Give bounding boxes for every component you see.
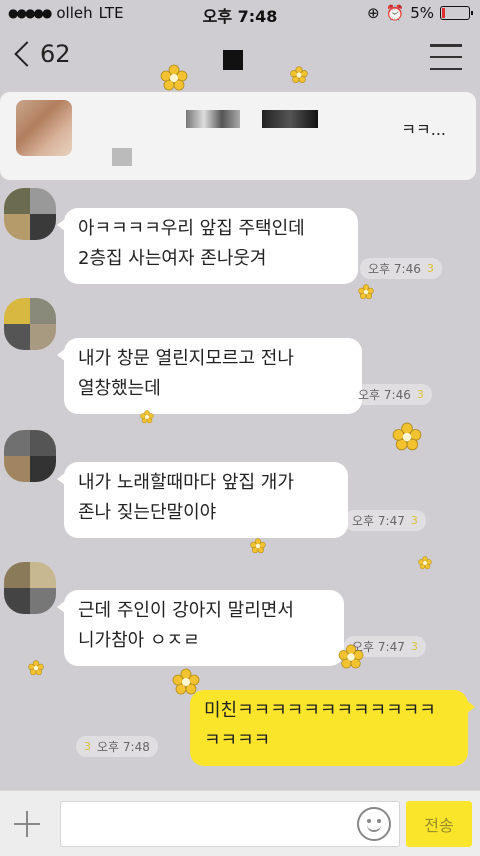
- notice-bar[interactable]: ㅋㅋ...: [0, 92, 476, 180]
- flower-icon: [172, 668, 200, 695]
- message-bubble[interactable]: 내가 노래할때마다 앞집 개가 존나 짖는단말이야: [57, 462, 348, 538]
- flower-icon: [290, 66, 308, 84]
- notice-avatar: [16, 100, 72, 156]
- message-bubble[interactable]: 아ㅋㅋㅋㅋ우리 앞집 주택인데 2층집 사는여자 존나웃겨: [57, 208, 358, 284]
- flower-icon: [160, 64, 188, 91]
- message-meta: 오후 7:46 3: [350, 384, 432, 405]
- message-meta: 오후 7:47 3: [344, 510, 426, 531]
- redacted-block: [186, 110, 240, 128]
- read-count: 3: [84, 740, 91, 753]
- flower-icon: [338, 644, 364, 669]
- read-count: 3: [410, 514, 418, 527]
- message-meta: 오후 7:46 3: [360, 258, 442, 279]
- read-count: 3: [426, 262, 434, 275]
- input-bar: 전송: [0, 790, 480, 856]
- back-button[interactable]: 62: [12, 40, 71, 68]
- redacted-block: [262, 110, 318, 128]
- nav-bar: 62: [0, 28, 480, 91]
- flower-icon: [140, 410, 154, 424]
- message-time: 오후 7:46: [358, 388, 411, 402]
- flower-icon: [358, 284, 374, 300]
- flower-icon: [418, 556, 432, 570]
- status-bar: ●●●●● olleh LTE 오후 7:48 ⊕ ⏰ 5%: [0, 0, 480, 28]
- avatar[interactable]: [4, 298, 56, 350]
- chat-title-redacted: [223, 50, 243, 70]
- flower-icon: [250, 538, 266, 554]
- flower-icon: [392, 422, 422, 451]
- avatar[interactable]: [4, 562, 56, 614]
- send-button[interactable]: 전송: [406, 801, 472, 847]
- message-time: 오후 7:47: [352, 514, 405, 528]
- message-time: 오후 7:48: [97, 740, 150, 754]
- plus-icon[interactable]: [10, 807, 44, 841]
- message-meta: 3 오후 7:48: [76, 736, 158, 757]
- menu-button[interactable]: [430, 44, 462, 70]
- flower-icon: [28, 660, 44, 676]
- message-input[interactable]: [60, 801, 400, 847]
- status-right: ⊕ ⏰ 5%: [366, 4, 473, 22]
- battery-icon: [440, 6, 473, 20]
- avatar[interactable]: [4, 188, 56, 240]
- message-bubble[interactable]: 근데 주인이 강아지 말리면서 니가참아 ㅇㅈㄹ: [57, 590, 344, 666]
- menu-line: [430, 44, 462, 47]
- alarm-icon: ⏰: [385, 4, 405, 22]
- avatar[interactable]: [4, 430, 56, 482]
- message-time: 오후 7:46: [368, 262, 421, 276]
- menu-line: [430, 67, 462, 70]
- chevron-left-icon: [14, 41, 40, 67]
- menu-line: [430, 55, 462, 59]
- read-count: 3: [410, 640, 418, 653]
- message-bubble[interactable]: 내가 창문 열린지모르고 전나 열창했는데: [57, 338, 362, 414]
- chat-screen: ●●●●● olleh LTE 오후 7:48 ⊕ ⏰ 5% 62 ㅋㅋ... …: [0, 0, 480, 856]
- read-count: 3: [416, 388, 424, 401]
- battery-label: 5%: [410, 4, 434, 22]
- back-count: 62: [40, 40, 71, 68]
- emoji-icon[interactable]: [357, 807, 391, 841]
- rotation-lock-icon: ⊕: [366, 4, 380, 22]
- redacted-block: [112, 148, 132, 166]
- message-bubble[interactable]: 미친ㅋㅋㅋㅋㅋㅋㅋㅋㅋㅋㅋㅋ ㅋㅋㅋㅋ: [190, 690, 475, 766]
- notice-text: ㅋㅋ...: [401, 120, 446, 139]
